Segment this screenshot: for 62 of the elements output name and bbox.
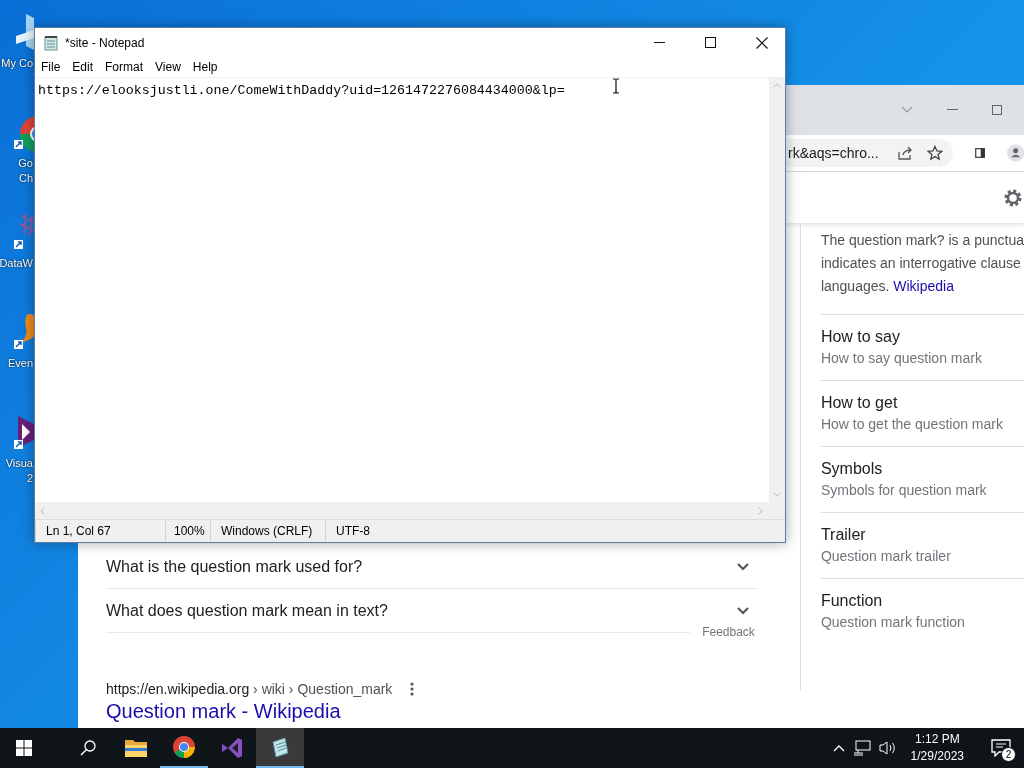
clock-date[interactable]: 1/29/2023	[910, 748, 964, 765]
wikipedia-link[interactable]: Wikipedia	[893, 278, 954, 294]
topic-subtitle: How to get the question mark	[820, 415, 1004, 434]
status-text: Windows (CRLF)	[210, 520, 325, 542]
taskbar-app[interactable]	[256, 728, 304, 768]
window-title: *site - Notepad	[65, 35, 145, 50]
message-icon	[991, 739, 1011, 757]
menu-item[interactable]: Help	[192, 60, 225, 74]
topic-subtitle: Question mark function	[820, 613, 966, 632]
topic-title[interactable]: Trailer	[820, 525, 1024, 545]
question-row[interactable]: What is the question mark used for?	[106, 545, 757, 589]
chrome-icon	[172, 735, 196, 759]
notification-button[interactable]: 2	[978, 728, 1024, 768]
minimize-icon[interactable]	[654, 41, 665, 44]
windows-start-icon[interactable]	[16, 740, 32, 756]
profile-icon[interactable]	[1006, 141, 1024, 165]
result-title-link[interactable]: Question mark - Wikipedia	[106, 700, 341, 723]
clock-time[interactable]: 1:12 PM	[914, 731, 960, 748]
maximize-icon[interactable]	[705, 37, 716, 48]
topic-title[interactable]: How to get	[820, 393, 1024, 413]
menu-item[interactable]: View	[155, 60, 188, 74]
close-icon[interactable]	[756, 36, 768, 49]
topic-title[interactable]: Symbols	[820, 459, 1024, 479]
folder-icon	[124, 738, 148, 758]
address-bar[interactable]: rk&aqs=chro...	[787, 139, 953, 167]
side-panel-icon[interactable]	[974, 146, 985, 160]
topic-title[interactable]: Function	[820, 591, 1024, 611]
desktop-icon-label[interactable]: Go	[18, 156, 34, 171]
description-text: The question mark? is a punctua indicates an interrogative clause languages. Wikipedia	[820, 229, 1024, 315]
notepad-icon	[43, 34, 59, 51]
feedback-link[interactable]: Feedback	[690, 625, 757, 639]
notepad-icon	[269, 736, 291, 758]
notification-count: 2	[1001, 747, 1016, 762]
share-icon[interactable]	[896, 145, 913, 161]
desktop-icon-label[interactable]: 2	[26, 471, 34, 486]
more-icon[interactable]	[410, 682, 415, 696]
chevron-down-icon	[736, 562, 749, 571]
menu-item[interactable]: Format	[105, 60, 151, 74]
desktop-icon-label[interactable]: Visua	[5, 456, 34, 471]
status-text: UTF-8	[325, 520, 441, 542]
status-text: 100%	[165, 520, 210, 542]
topic-subtitle: Question mark trailer	[820, 547, 952, 566]
result-url: https://en.wikipedia.org › wiki › Question_mark	[106, 681, 393, 697]
menu-item[interactable]: File	[41, 60, 68, 74]
topic-subtitle: Symbols for question mark	[820, 481, 988, 500]
desktop-icon-label[interactable]: Even	[7, 356, 34, 371]
volume-icon[interactable]	[878, 740, 897, 756]
status-text: Ln 1, Col 67	[35, 520, 165, 542]
topic-title[interactable]: How to say	[820, 327, 1024, 347]
network-icon[interactable]	[852, 740, 871, 756]
studio-icon	[220, 736, 244, 760]
chevron-up-icon[interactable]	[832, 744, 845, 752]
search-icon[interactable]	[80, 740, 96, 756]
chevron-down-icon	[736, 606, 749, 615]
desktop-icon-label[interactable]: Ch	[18, 171, 34, 186]
document-text[interactable]: https://elooksjustli.one/ComeWithDaddy?uid=1261472276084434000&lp=	[38, 83, 565, 98]
star-icon[interactable]	[926, 145, 943, 161]
menu-item[interactable]: Edit	[72, 60, 101, 74]
desktop-icon-label[interactable]: DataW	[0, 256, 34, 271]
desktop-icon-label[interactable]: My Co	[1, 56, 34, 71]
text-cursor-icon	[612, 78, 620, 94]
topic-subtitle: How to say question mark	[820, 349, 983, 368]
